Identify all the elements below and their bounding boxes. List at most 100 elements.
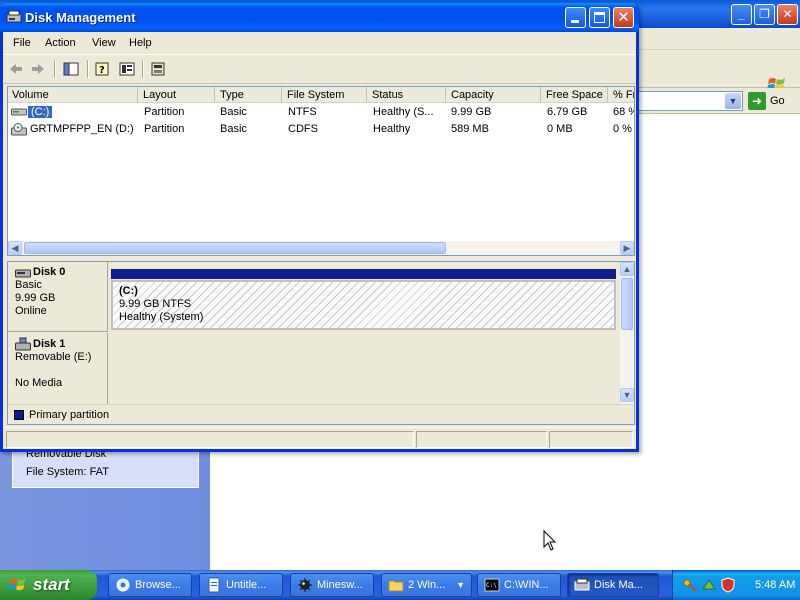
taskbar-label: Untitle... [226, 579, 267, 591]
column-capacity[interactable]: Capacity [447, 87, 541, 103]
disk-management-icon [6, 10, 22, 23]
chevron-down-icon: ▼ [456, 580, 465, 590]
free-space-cell: 0 MB [547, 123, 573, 135]
disk-size: 9.99 GB [15, 292, 56, 304]
disk-type: Basic [15, 279, 42, 291]
disk-management-icon [574, 578, 590, 591]
background-minimize-button[interactable]: _ [731, 4, 752, 25]
properties-icon[interactable] [119, 61, 135, 77]
minimize-icon [571, 20, 579, 23]
column-layout[interactable]: Layout [139, 87, 215, 103]
capacity-cell: 589 MB [451, 123, 489, 135]
column-status[interactable]: Status [368, 87, 446, 103]
show-hide-console-tree-icon[interactable] [63, 61, 79, 77]
taskbar-button-notepad[interactable]: Untitle... [199, 573, 283, 597]
partition-size-fs: 9.99 GB NTFS [119, 298, 192, 310]
help-icon[interactable]: ? [95, 61, 111, 77]
disk-name: Disk 1 [33, 337, 66, 350]
window-titlebar[interactable]: Disk Management ✕ [0, 3, 639, 32]
capacity-cell: 9.99 GB [451, 106, 492, 118]
toolbar: ? [3, 54, 636, 84]
disk-0-label[interactable]: Disk 0 Basic 9.99 GB Online [8, 262, 108, 332]
layout-cell: Partition [144, 106, 185, 118]
window-title: Disk Management [25, 10, 136, 25]
disk-1-label[interactable]: Disk 1 Removable (E:) No Media [8, 333, 108, 404]
clock[interactable]: 5:48 AM [755, 579, 795, 591]
tray-key-icon[interactable] [682, 577, 698, 593]
tray-network-icon[interactable] [701, 577, 717, 593]
security-shield-icon[interactable] [720, 577, 736, 593]
close-button[interactable]: ✕ [613, 7, 634, 28]
scroll-up-icon[interactable]: ▲ [620, 262, 634, 276]
column-percent-free[interactable]: % Fr [609, 87, 634, 103]
menu-action[interactable]: Action [45, 37, 76, 49]
column-file-system[interactable]: File System [283, 87, 367, 103]
volume-name: GRTMPFPP_EN (D:) [30, 123, 134, 135]
free-space-cell: 6.79 GB [547, 106, 588, 118]
taskbar-label: Browse... [135, 579, 181, 591]
horizontal-scrollbar[interactable]: ◀ ▶ [8, 241, 634, 255]
disk-settings-icon[interactable] [150, 61, 166, 77]
column-free-space[interactable]: Free Space [542, 87, 608, 103]
partition-status: Healthy (System) [119, 311, 204, 323]
taskbar-button-browse[interactable]: Browse... [108, 573, 192, 597]
disk-type: Removable (E:) [15, 351, 92, 363]
go-label: Go [770, 95, 785, 107]
scrollbar-thumb[interactable] [621, 278, 633, 330]
type-cell: Basic [220, 123, 247, 135]
go-arrow-icon: ➜ [748, 92, 766, 110]
disk-name: Disk 0 [33, 266, 66, 278]
toolbar-separator [54, 60, 56, 78]
minimize-button[interactable] [565, 7, 586, 28]
taskbar-label: 2 Win... [408, 579, 446, 591]
hard-drive-icon [11, 108, 27, 116]
toolbar-separator [87, 60, 89, 78]
command-prompt-icon: C:\ [484, 578, 500, 592]
taskbar-button-minesweeper[interactable]: Minesw... [290, 573, 374, 597]
table-row[interactable]: (C:) Partition Basic NTFS Healthy (S... … [8, 104, 634, 121]
column-type[interactable]: Type [216, 87, 282, 103]
menu-view[interactable]: View [92, 37, 116, 49]
toolbar-separator [142, 60, 144, 78]
taskbar-label: Disk Ma... [594, 579, 643, 591]
taskbar-button-disk-management[interactable]: Disk Ma... [567, 573, 659, 597]
partition-c[interactable]: (C:) 9.99 GB NTFS Healthy (System) [111, 280, 616, 330]
menu-help[interactable]: Help [129, 37, 152, 49]
disk-graphical-view: Disk 0 Basic 9.99 GB Online (C:) 9.99 GB… [7, 261, 635, 425]
menu-file[interactable]: File [13, 37, 31, 49]
start-label: start [33, 575, 70, 594]
primary-partition-swatch [14, 409, 24, 420]
table-row[interactable]: GRTMPFPP_EN (D:) Partition Basic CDFS He… [8, 121, 634, 138]
status-section [6, 431, 414, 448]
maximize-button[interactable] [589, 7, 610, 28]
go-button[interactable]: ➜ Go [748, 91, 785, 111]
primary-partition-bar [111, 269, 616, 279]
status-bar [3, 427, 636, 449]
scroll-right-icon[interactable]: ▶ [620, 241, 634, 255]
back-arrow-icon[interactable] [8, 61, 24, 77]
menubar: File Action View Help [3, 32, 636, 54]
background-close-button[interactable]: ✕ [777, 4, 798, 25]
background-restore-button[interactable]: ❐ [754, 4, 775, 25]
details-line-filesystem: File System: FAT [26, 466, 109, 478]
taskbar-button-windows-group[interactable]: 2 Win... ▼ [381, 573, 472, 597]
start-button[interactable]: start [0, 570, 97, 600]
status-section [549, 431, 633, 448]
volume-list: Volume Layout Type File System Status Ca… [7, 86, 635, 256]
disk-state: Online [15, 305, 47, 317]
file-system-cell: CDFS [288, 123, 318, 135]
column-volume[interactable]: Volume [8, 87, 138, 103]
minesweeper-icon [298, 578, 312, 592]
forward-arrow-icon[interactable] [30, 61, 46, 77]
removable-disk-icon [15, 337, 31, 351]
status-section [416, 431, 547, 448]
chevron-down-icon[interactable]: ▼ [725, 93, 741, 109]
scrollbar-thumb[interactable] [24, 242, 446, 254]
taskbar-button-command-prompt[interactable]: C:\ C:\WIN... [477, 573, 561, 597]
scroll-down-icon[interactable]: ▼ [620, 388, 634, 402]
folder-icon [388, 580, 404, 592]
vertical-scrollbar[interactable]: ▲ ▼ [620, 262, 634, 404]
disk-icon [15, 269, 31, 277]
scroll-left-icon[interactable]: ◀ [8, 241, 22, 255]
windows-flag-icon [8, 578, 26, 591]
